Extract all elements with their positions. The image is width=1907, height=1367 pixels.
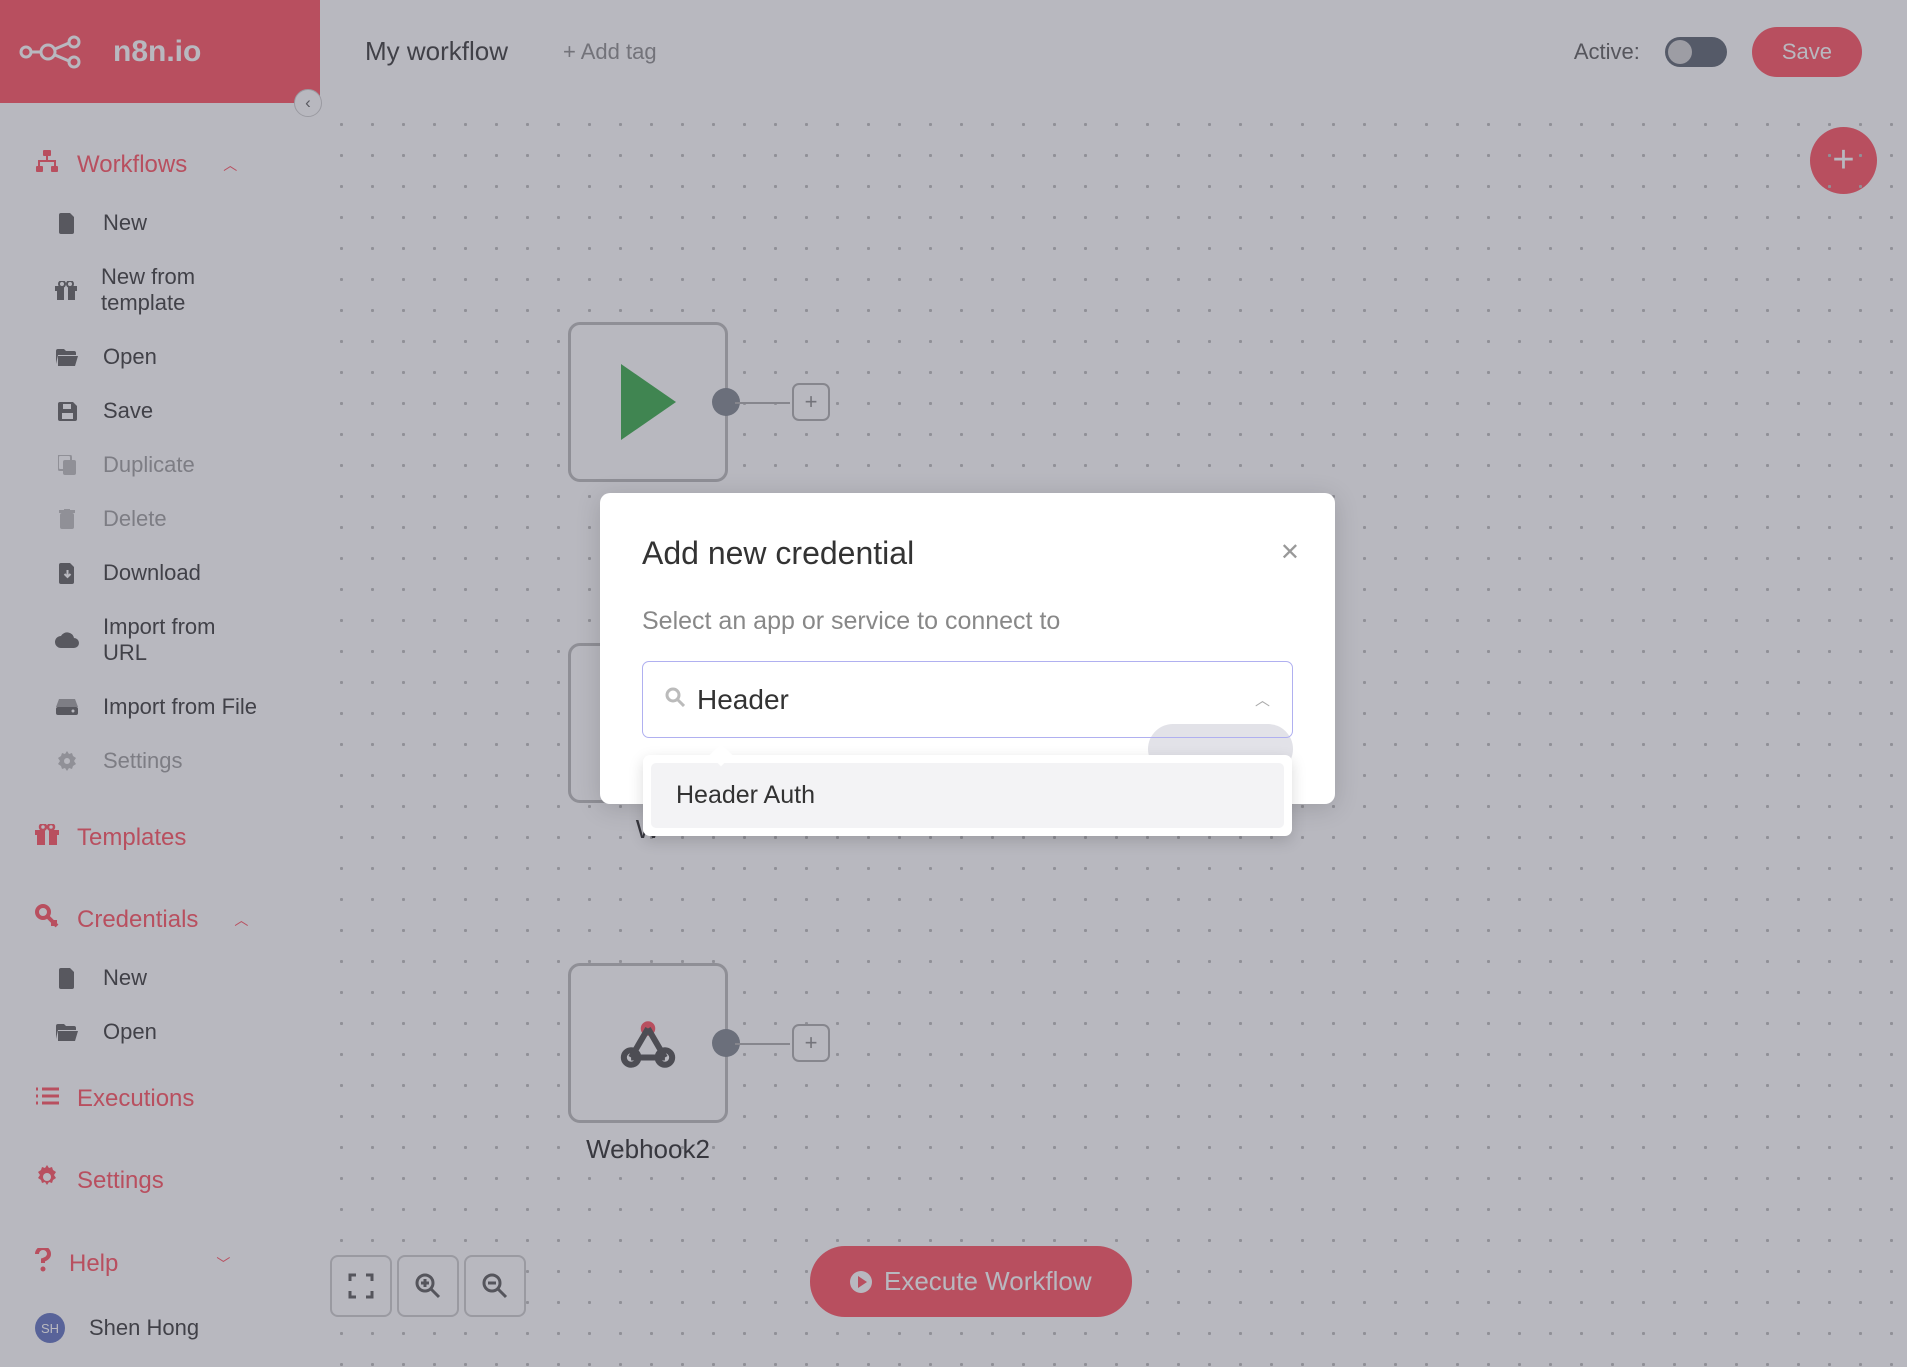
chevron-up-icon[interactable]: ︿ xyxy=(1255,689,1270,710)
close-icon[interactable]: ✕ xyxy=(1280,538,1300,567)
dropdown-item-header-auth[interactable]: Header Auth xyxy=(651,763,1284,828)
credential-search-input[interactable] xyxy=(697,684,1255,716)
search-icon xyxy=(665,687,685,713)
add-credential-modal: ✕ Add new credential Select an app or se… xyxy=(600,493,1335,804)
credential-dropdown: Header Auth xyxy=(643,755,1292,836)
credential-search-wrap[interactable]: ︿ Header Auth xyxy=(642,661,1293,738)
modal-subtitle: Select an app or service to connect to xyxy=(642,607,1293,636)
modal-title: Add new credential xyxy=(642,535,1293,572)
